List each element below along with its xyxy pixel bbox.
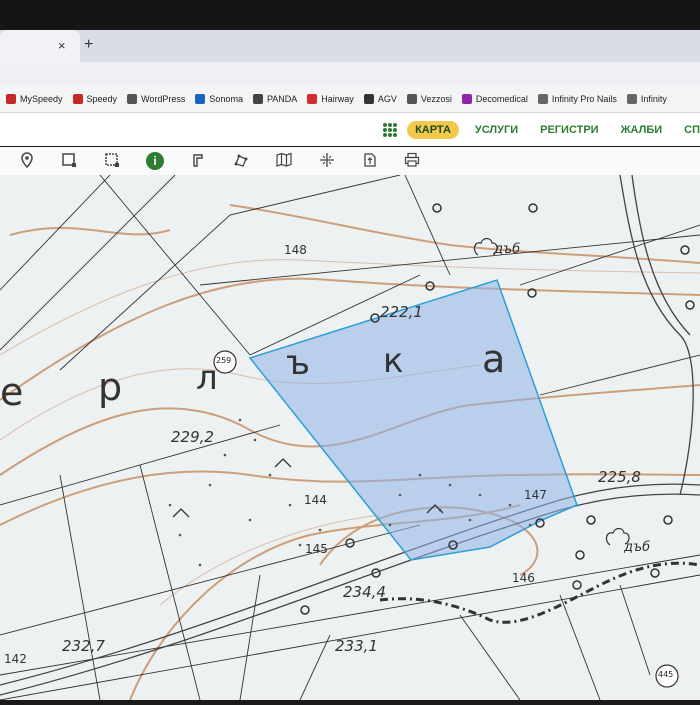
marker-number: 445 — [658, 670, 674, 679]
address-bar-area[interactable] — [0, 62, 700, 86]
bookmark-item[interactable]: WordPress — [127, 94, 185, 104]
location-pin-icon[interactable] — [18, 152, 36, 170]
bookmark-favicon-icon — [537, 94, 548, 104]
bookmarks-bar: MySpeedy Speedy WordPress Sonoma PANDA Hairwa… — [0, 86, 700, 113]
nav-registri[interactable]: РЕГИСТРИ — [540, 124, 598, 136]
browser-tab-strip: × + — [0, 0, 700, 62]
bookmark-item[interactable]: Sonoma — [195, 94, 243, 104]
map-letter: а — [482, 337, 506, 381]
bookmark-label: Speedy — [86, 94, 118, 104]
map-canvas[interactable]: е р л ъ к а 222,1 229,2 225,8 234,4 233,… — [0, 174, 700, 701]
bookmark-favicon-icon — [127, 94, 138, 104]
map-toolbar: i — [0, 147, 700, 176]
nav-sp[interactable]: СП — [684, 124, 700, 136]
elevation-label: 232,7 — [62, 637, 105, 655]
apps-grid-icon[interactable] — [383, 122, 398, 137]
bookmark-favicon-icon — [461, 94, 472, 104]
elevation-label: 233,1 — [335, 637, 378, 655]
select-poly-icon[interactable] — [103, 152, 121, 170]
bookmark-label: WordPress — [141, 94, 186, 104]
parcel-number: 146 — [512, 571, 535, 585]
bookmark-label: Infinity — [640, 94, 667, 104]
bookmark-item[interactable]: MySpeedy — [6, 94, 63, 104]
bookmark-label: Sonoma — [209, 94, 243, 104]
nav-zhalbi[interactable]: ЖАЛБИ — [621, 124, 663, 136]
marker-number: 259 — [216, 356, 232, 365]
export-icon[interactable] — [361, 152, 379, 170]
tree-label: дъб — [624, 540, 651, 555]
bookmark-item[interactable]: Infinity — [626, 94, 667, 104]
bookmark-item[interactable]: Speedy — [72, 94, 118, 104]
bookmark-item[interactable]: Vezzosi — [406, 94, 452, 104]
map-letter: ъ — [286, 343, 311, 383]
bookmark-label: Vezzosi — [420, 94, 452, 104]
print-icon[interactable] — [403, 152, 421, 170]
map-letter: е — [0, 370, 24, 414]
tab-close-icon[interactable]: × — [58, 38, 66, 53]
bookmark-favicon-icon — [6, 94, 16, 104]
bookmark-label: Infinity Pro Nails — [551, 94, 617, 104]
site-navigation: КАРТА УСЛУГИ РЕГИСТРИ ЖАЛБИ СП — [0, 113, 700, 146]
elevation-label: 234,4 — [343, 583, 386, 601]
map-layers-icon[interactable] — [275, 152, 293, 170]
bookmark-item[interactable]: Decomedical — [461, 94, 528, 104]
select-rect-icon[interactable] — [60, 152, 78, 170]
nav-karta[interactable]: КАРТА — [407, 120, 459, 139]
draw-polygon-icon[interactable] — [232, 152, 250, 170]
browser-tab[interactable] — [0, 30, 80, 62]
tree-label: дъб — [494, 242, 521, 257]
bookmark-label: MySpeedy — [20, 94, 63, 104]
info-icon[interactable]: i — [146, 152, 164, 170]
crosshair-icon[interactable] — [318, 152, 336, 170]
screen-bezel — [0, 0, 700, 30]
bookmark-item[interactable]: PANDA — [252, 94, 298, 104]
bookmark-favicon-icon — [363, 94, 374, 104]
bookmark-favicon-icon — [72, 94, 83, 104]
nav-uslugi[interactable]: УСЛУГИ — [475, 124, 518, 136]
bookmark-favicon-icon — [626, 94, 637, 104]
elevation-label: 229,2 — [171, 428, 214, 446]
parcel-number: 145 — [305, 542, 328, 556]
bookmark-item[interactable]: Hairway — [307, 94, 354, 104]
bookmark-favicon-icon — [307, 94, 318, 104]
parcel-number: 144 — [304, 493, 327, 507]
new-tab-button[interactable]: + — [84, 36, 93, 54]
selected-parcel[interactable] — [248, 279, 578, 561]
map-letter: р — [98, 365, 123, 409]
map-letter: л — [196, 358, 218, 398]
parcel-number: 148 — [284, 243, 307, 257]
bookmark-favicon-icon — [252, 94, 263, 104]
bookmark-label: Decomedical — [475, 94, 528, 104]
bookmark-label: PANDA — [266, 94, 298, 104]
bookmark-favicon-icon — [406, 94, 417, 104]
elevation-label: 222,1 — [380, 303, 423, 321]
parcel-number: 147 — [524, 488, 547, 502]
bookmark-label: Hairway — [321, 94, 354, 104]
bookmark-item[interactable]: AGV — [363, 94, 397, 104]
bookmark-favicon-icon — [195, 94, 206, 104]
measure-icon[interactable] — [190, 152, 208, 170]
bookmark-label: AGV — [377, 94, 397, 104]
map-letter: к — [383, 341, 404, 381]
elevation-label: 225,8 — [598, 468, 641, 486]
parcel-number: 142 — [4, 652, 27, 666]
bookmark-item[interactable]: Infinity Pro Nails — [537, 94, 617, 104]
